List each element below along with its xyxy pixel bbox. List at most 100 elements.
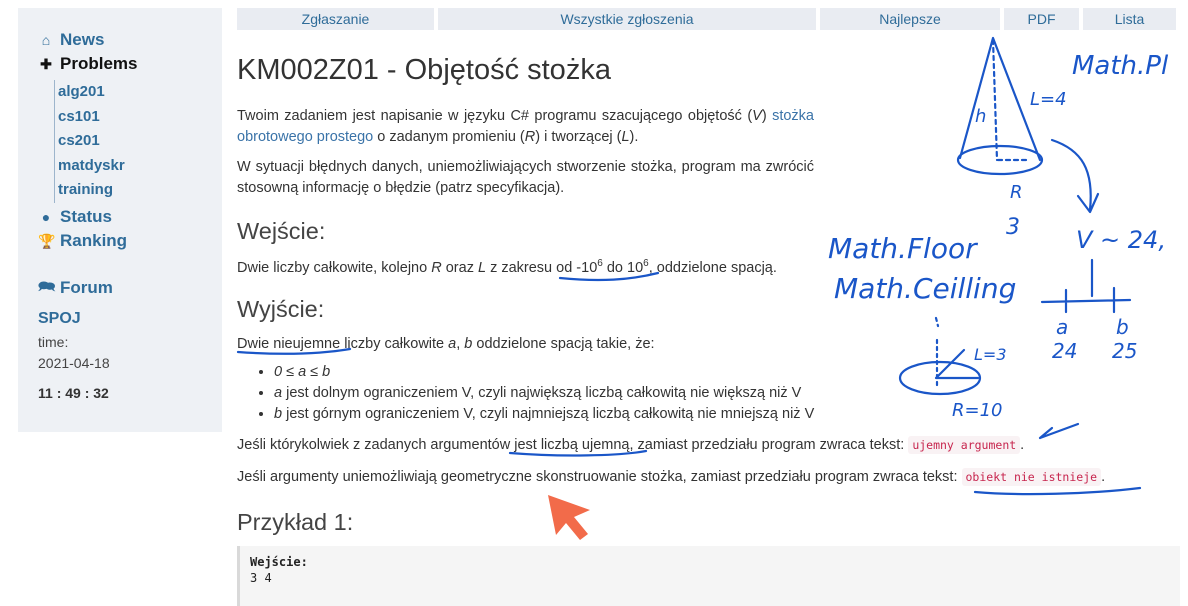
intro-paragraph: Twoim zadaniem jest napisanie w języku C… <box>237 106 814 148</box>
sublist-item-cs101[interactable]: cs101 <box>57 105 125 130</box>
var-r: R <box>524 129 536 145</box>
nav-problems-label: Problems <box>60 54 138 73</box>
var-b: b <box>274 406 283 422</box>
cone2-base-sketch <box>898 360 982 396</box>
var-l: L <box>477 259 487 276</box>
list-item: a jest dolnym ograniczeniem V, czyli naj… <box>274 383 814 404</box>
var-a: a <box>274 385 283 401</box>
input-text: oraz <box>441 259 478 276</box>
input-description: Dwie liczby całkowite, kolejno R oraz L … <box>237 258 777 276</box>
page-title: KM002Z01 - Objętość stożka <box>237 54 611 86</box>
sublist-item-training[interactable]: training <box>57 178 125 203</box>
sidebar: ⌂ News ✚ Problems alg201 cs101 cs201 mat… <box>18 8 222 432</box>
underline-stroke <box>973 486 1142 496</box>
annot-v-approx: V ~ 24, <box>1076 226 1166 254</box>
output-text: Dwie nieujemne liczby całkowite <box>237 336 449 352</box>
var-r: R <box>431 259 442 276</box>
example-code-block: Wejście: 3 4 <box>237 546 1180 606</box>
negative-arg-line: Jeśli którykolwiek z zadanych argumentów… <box>237 436 1025 454</box>
intro-text: ). <box>629 129 639 145</box>
puzzle-icon: ✚ <box>40 55 52 72</box>
nav-ranking[interactable]: 🏆 Ranking <box>38 231 127 251</box>
cone-sketch <box>958 36 1042 162</box>
tab-zglaszanie[interactable]: Zgłaszanie <box>237 8 434 30</box>
sublist-item-cs201[interactable]: cs201 <box>57 129 125 154</box>
arrow-stroke <box>1038 422 1080 440</box>
annot-mathpl: Math.Pl <box>1072 51 1169 81</box>
input-text: z zakresu od -10 <box>486 259 598 276</box>
chat-icon: 🗪 <box>38 278 56 294</box>
intro-text: Twoim zadaniem jest napisanie w języku C… <box>237 108 753 124</box>
nav-problems[interactable]: ✚ Problems <box>38 54 137 74</box>
trophy-icon: 🏆 <box>38 232 56 249</box>
input-text: , oddzielone spacją. <box>648 259 777 276</box>
tab-najlepsze[interactable]: Najlepsze <box>820 8 1000 30</box>
nav-status[interactable]: ● Status <box>38 207 112 227</box>
condition-text: jest dolnym ograniczeniem V, czyli najwi… <box>282 385 802 401</box>
intro-text: ) i tworzącej ( <box>535 129 622 145</box>
condition-text: 0 ≤ a ≤ b <box>274 364 331 380</box>
intro-text: o zadanym promieniu ( <box>373 129 525 145</box>
annot-l3: L=3 <box>974 345 1007 364</box>
nav-news[interactable]: ⌂ News <box>38 30 105 50</box>
annot-ceiling: Math.Ceilling <box>834 272 1016 305</box>
error-code-no-object: obiekt nie istnieje <box>961 468 1102 486</box>
var-v: V <box>752 108 762 124</box>
annot-r: R <box>1010 182 1023 203</box>
no-object-line: Jeśli argumenty uniemożliwiają geometryc… <box>237 468 1106 486</box>
annot-h: h <box>975 106 986 127</box>
sublist-item-alg201[interactable]: alg201 <box>57 80 125 105</box>
list-item: b jest górnym ograniczeniem V, czyli naj… <box>274 404 814 425</box>
arrow-stroke <box>1050 138 1100 214</box>
nav-forum[interactable]: 🗪 Forum <box>38 276 113 300</box>
error-paragraph: W sytuacji błędnych danych, uniemożliwia… <box>237 159 814 196</box>
time-label: time: <box>38 334 69 350</box>
annot-r3: 3 <box>1006 215 1020 240</box>
example-label: Wejście: <box>250 555 308 569</box>
annot-a: a <box>1056 315 1068 339</box>
date-value: 2021-04-18 <box>38 355 110 371</box>
cursor-icon <box>548 495 590 540</box>
input-text: do 10 <box>602 259 644 276</box>
tab-lista[interactable]: Lista <box>1083 8 1176 30</box>
output-text: oddzielone spacją takie, że: <box>472 336 655 352</box>
annot-b: b <box>1116 315 1129 339</box>
circle-icon: ● <box>41 209 51 225</box>
annot-b-val: 25 <box>1112 339 1137 363</box>
tab-pdf[interactable]: PDF <box>1004 8 1079 30</box>
intro-text: ) <box>761 108 773 124</box>
cone-base-sketch <box>956 144 1044 176</box>
error-code-negative: ujemny argument <box>908 436 1021 454</box>
nav-forum-label: Forum <box>60 278 113 297</box>
annot-a-val: 24 <box>1052 339 1077 363</box>
spoj-link[interactable]: SPOJ <box>38 310 81 328</box>
example-value: 3 4 <box>250 571 272 585</box>
home-icon: ⌂ <box>41 32 51 48</box>
negative-arg-text: Jeśli którykolwiek z zadanych argumentów… <box>237 437 909 453</box>
annot-floor: Math.Floor <box>828 232 978 265</box>
list-item: 0 ≤ a ≤ b <box>274 362 814 383</box>
output-description: Dwie nieujemne liczby całkowite a, b odd… <box>237 336 655 352</box>
example-heading: Przykład 1: <box>237 509 354 535</box>
cone2-sketch <box>934 348 980 380</box>
nav-news-label: News <box>60 30 105 49</box>
annot-r10: R=10 <box>952 400 1003 421</box>
output-heading: Wyjście: <box>237 296 325 322</box>
number-line-sketch <box>1040 258 1132 314</box>
problems-sublist: alg201 cs101 cs201 matdyskr training <box>54 80 125 203</box>
input-text: Dwie liczby całkowite, kolejno <box>237 259 432 276</box>
output-conditions-list: 0 ≤ a ≤ b a jest dolnym ograniczeniem V,… <box>258 362 814 425</box>
nav-ranking-label: Ranking <box>60 231 128 250</box>
example-pre: Wejście: 3 4 <box>250 554 308 586</box>
tab-wszystkie-zgloszenia[interactable]: Wszystkie zgłoszenia <box>438 8 816 30</box>
no-object-text: Jeśli argumenty uniemożliwiają geometryc… <box>237 469 962 485</box>
cone-height-sketch <box>991 38 1032 162</box>
cone2-axis-sketch <box>934 316 940 388</box>
sublist-item-matdyskr[interactable]: matdyskr <box>57 154 125 179</box>
clock: 11 : 49 : 32 <box>38 385 109 401</box>
condition-text: jest górnym ograniczeniem V, czyli najmn… <box>282 406 815 422</box>
var-l: L <box>621 129 630 145</box>
annot-l4: L=4 <box>1030 89 1067 110</box>
nav-status-label: Status <box>60 207 112 226</box>
input-heading: Wejście: <box>237 218 326 244</box>
